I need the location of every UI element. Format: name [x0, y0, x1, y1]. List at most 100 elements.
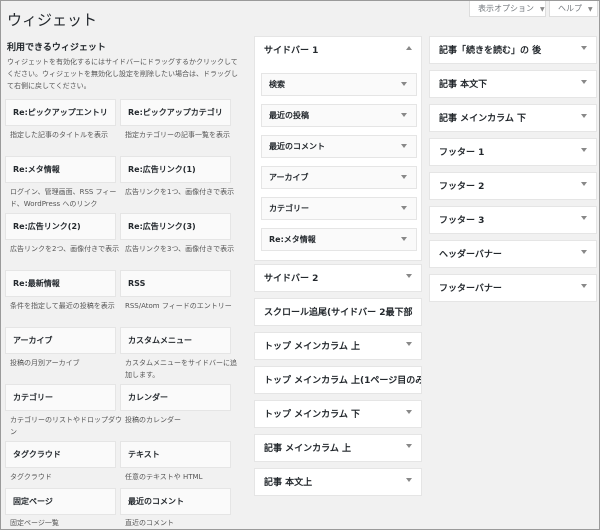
widget-categories[interactable]: カテゴリー — [5, 384, 116, 411]
sidebar-area-top-main-bottom[interactable]: トップ メインカラム 下 — [254, 400, 422, 428]
widget-rss[interactable]: RSS — [120, 270, 231, 297]
sidebar-area-title: スクロール追尾(サイドバー 2最下部 — [264, 308, 413, 318]
widget-description: 条件を指定して最近の投稿を表示 — [10, 302, 115, 310]
widget-meta[interactable]: Re:メタ情報 — [5, 156, 116, 183]
sidebar-area-title: 記事 本文上 — [264, 478, 313, 488]
chevron-down-icon[interactable] — [406, 410, 412, 414]
collapse-icon[interactable] — [406, 46, 412, 50]
widget-pickup-entry[interactable]: Re:ピックアップエントリ — [5, 99, 116, 126]
widget-description: 任意のテキストや HTML — [125, 473, 203, 481]
chevron-down-icon[interactable] — [401, 175, 407, 179]
available-widgets-heading: 利用できるウィジェット — [7, 43, 106, 53]
chevron-down-icon[interactable] — [406, 342, 412, 346]
widget-text[interactable]: テキスト — [120, 441, 231, 468]
widget-latest-info[interactable]: Re:最新情報 — [5, 270, 116, 297]
sidebar-area-top-main-top-first-page[interactable]: トップ メインカラム 上(1ページ目のみ — [254, 366, 422, 394]
sidebar-area-top-main-top[interactable]: トップ メインカラム 上 — [254, 332, 422, 360]
widget-description: RSS/Atom フィードのエントリー — [125, 302, 232, 310]
help-label: ヘルプ — [558, 4, 582, 13]
widget-description: 広告リンクを2つ、画像付きで表示 — [10, 245, 120, 253]
sidebar-area-title: ヘッダーバナー — [439, 250, 502, 260]
placed-widget-recent-comments[interactable]: 最近のコメント — [261, 135, 417, 158]
widget-description: 指定カテゴリーの記事一覧を表示 — [125, 131, 230, 139]
placed-widget-recent-posts[interactable]: 最近の投稿 — [261, 104, 417, 127]
widget-recent-comments[interactable]: 最近のコメント — [120, 488, 231, 515]
widget-custom-menu[interactable]: カスタムメニュー — [120, 327, 231, 354]
help-button[interactable]: ヘルプ ▼ — [549, 1, 598, 17]
sidebar-area-sidebar-2[interactable]: サイドバー 2 — [254, 264, 422, 292]
sidebar-area-title: フッター 2 — [439, 182, 485, 192]
sidebar-area-title: トップ メインカラム 上(1ページ目のみ — [264, 376, 422, 386]
sidebar-area-after-read-more[interactable]: 記事「続きを読む」の 後 — [429, 36, 597, 64]
placed-widget-label: アーカイブ — [269, 173, 309, 182]
placed-widget-label: Re:メタ情報 — [269, 235, 316, 244]
sidebar-area-title: サイドバー 2 — [264, 274, 319, 284]
sidebar-area-article-main-top[interactable]: 記事 メインカラム 上 — [254, 434, 422, 462]
sidebar-area-title: フッター 3 — [439, 216, 485, 226]
widget-archive[interactable]: アーカイブ — [5, 327, 116, 354]
widget-description: 投稿の月別アーカイブ — [10, 359, 80, 367]
chevron-down-icon[interactable] — [581, 80, 587, 84]
chevron-down-icon[interactable] — [581, 284, 587, 288]
placed-widget-archive[interactable]: アーカイブ — [261, 166, 417, 189]
placed-widget-search[interactable]: 検索 — [261, 73, 417, 96]
chevron-down-icon[interactable] — [406, 444, 412, 448]
screen-options-button[interactable]: 表示オプション ▼ — [469, 1, 546, 17]
chevron-down-icon[interactable] — [581, 216, 587, 220]
widget-description: カテゴリーのリストやドロップダウン — [10, 416, 122, 436]
sidebar-area-header-banner[interactable]: ヘッダーバナー — [429, 240, 597, 268]
widget-ad-link-2[interactable]: Re:広告リンク(2) — [5, 213, 116, 240]
placed-widget-label: 検索 — [269, 80, 285, 89]
sidebar-area-title: トップ メインカラム 下 — [264, 410, 360, 420]
sidebar-area-title: 記事 本文下 — [439, 80, 488, 90]
screen-options-label: 表示オプション — [478, 4, 534, 13]
sidebar-area-title: 記事「続きを読む」の 後 — [439, 46, 542, 56]
placed-widget-meta[interactable]: Re:メタ情報 — [261, 228, 417, 251]
placed-widget-label: カテゴリー — [269, 204, 309, 213]
chevron-down-icon[interactable] — [406, 274, 412, 278]
widget-description: 広告リンクを1つ、画像付きで表示 — [125, 188, 235, 196]
chevron-down-icon[interactable] — [401, 144, 407, 148]
sidebar-area-footer-banner[interactable]: フッターバナー — [429, 274, 597, 302]
sidebar-area-footer-1[interactable]: フッター 1 — [429, 138, 597, 166]
widget-tag-cloud[interactable]: タグクラウド — [5, 441, 116, 468]
sidebar-area-sidebar-1: サイドバー 1 検索 最近の投稿 最近のコメント アーカイブ カテゴリー Re:… — [254, 36, 422, 261]
placed-widget-categories[interactable]: カテゴリー — [261, 197, 417, 220]
sidebar-area-article-main-bottom[interactable]: 記事 メインカラム 下 — [429, 104, 597, 132]
sidebar-area-footer-2[interactable]: フッター 2 — [429, 172, 597, 200]
sidebar-area-title: トップ メインカラム 上 — [264, 342, 360, 352]
chevron-down-icon[interactable] — [581, 148, 587, 152]
sidebar-area-article-body-bottom[interactable]: 記事 本文下 — [429, 70, 597, 98]
chevron-down-icon[interactable] — [581, 114, 587, 118]
sidebar-area-scroll-follow[interactable]: スクロール追尾(サイドバー 2最下部 — [254, 298, 422, 326]
chevron-down-icon: ▼ — [588, 6, 593, 13]
widget-calendar[interactable]: カレンダー — [120, 384, 231, 411]
sidebar-area-footer-3[interactable]: フッター 3 — [429, 206, 597, 234]
chevron-down-icon[interactable] — [401, 113, 407, 117]
chevron-down-icon[interactable] — [401, 82, 407, 86]
widget-description: 広告リンクを3つ、画像付きで表示 — [125, 245, 235, 253]
chevron-down-icon[interactable] — [401, 237, 407, 241]
chevron-down-icon[interactable] — [406, 478, 412, 482]
widget-ad-link-1[interactable]: Re:広告リンク(1) — [120, 156, 231, 183]
widget-description: タグクラウド — [10, 473, 52, 481]
chevron-down-icon[interactable] — [581, 250, 587, 254]
widget-description: ログイン、管理画面、RSS フィード、WordPress へのリンク — [10, 188, 117, 208]
widget-pages[interactable]: 固定ページ — [5, 488, 116, 515]
placed-widget-label: 最近の投稿 — [269, 111, 309, 120]
chevron-down-icon[interactable] — [401, 206, 407, 210]
sidebar-area-title: フッター 1 — [439, 148, 485, 158]
sidebar-area-title[interactable]: サイドバー 1 — [264, 37, 318, 65]
chevron-down-icon[interactable] — [581, 182, 587, 186]
page-title: ウィジェット — [7, 11, 98, 29]
widget-pickup-category[interactable]: Re:ピックアップカテゴリ — [120, 99, 231, 126]
chevron-down-icon: ▼ — [540, 6, 545, 13]
chevron-down-icon[interactable] — [581, 46, 587, 50]
available-widgets-description: ウィジェットを有効化するにはサイドバーにドラッグするかクリックしてください。ウィ… — [7, 58, 238, 90]
widget-description: 指定した記事のタイトルを表示 — [10, 131, 108, 139]
widget-description: 固定ページ一覧 — [10, 519, 59, 527]
placed-widget-label: 最近のコメント — [269, 142, 325, 151]
sidebar-area-title: フッターバナー — [439, 284, 502, 294]
sidebar-area-article-body-top[interactable]: 記事 本文上 — [254, 468, 422, 496]
widget-ad-link-3[interactable]: Re:広告リンク(3) — [120, 213, 231, 240]
